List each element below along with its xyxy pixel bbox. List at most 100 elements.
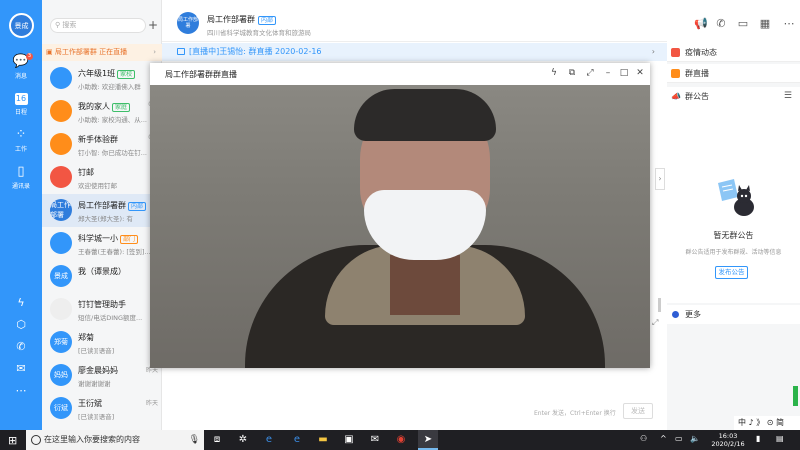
ie-icon[interactable]: e <box>262 433 276 447</box>
conversation-item[interactable]: 钉邮 欢迎使用钉邮 <box>42 161 162 194</box>
conversation-item[interactable]: 衍斌 王衍斌 [已读][语音] 昨天 <box>42 392 162 425</box>
microphone-icon[interactable]: 🎙 <box>189 430 200 450</box>
windows-start-icon[interactable]: ⊞ <box>8 434 17 447</box>
expand-icon[interactable]: ⤢ <box>652 318 658 328</box>
scrollbar[interactable] <box>658 298 661 312</box>
conversation-item[interactable]: 六年级1班 家校 小助教: 欢迎潘佛入群 <box>42 62 162 95</box>
conversation-name: 局工作部署群 内部 <box>78 200 147 211</box>
more-circle-icon <box>672 311 679 318</box>
file-explorer-icon[interactable]: ▬ <box>316 433 330 447</box>
conversation-preview: 短信/电话DING额度... <box>78 314 143 322</box>
chrome-icon[interactable]: ◉ <box>394 433 408 447</box>
user-avatar[interactable]: 景成 <box>9 13 34 38</box>
unread-badge: 3 <box>26 53 33 60</box>
conversation-name: 科学城一小 部门 <box>78 233 139 244</box>
conversation-name: 我的家人 家庭 <box>78 101 131 112</box>
phone-icon[interactable]: ✆ <box>14 340 28 354</box>
nav-messages[interactable]: 💬 3 消息 <box>0 53 42 80</box>
more-dots-icon[interactable]: ⋯ <box>14 384 28 398</box>
conversation-tag: 家庭 <box>112 103 131 112</box>
conversation-name: 六年级1班 家校 <box>78 68 136 79</box>
input-method-icon[interactable]: ▮ <box>756 434 760 443</box>
conversation-preview: 郑大圣(郑大圣): 有 <box>78 215 133 223</box>
notification-icon[interactable]: ▤ <box>776 434 784 443</box>
collapse-panel-button[interactable]: › <box>655 168 665 190</box>
nav-label: 通讯录 <box>11 183 30 190</box>
conversation-avatar: 郑菊 <box>50 331 72 353</box>
contacts-icon: ▯ <box>17 164 25 179</box>
taskbar-clock[interactable]: 16:03 2020/2/16 <box>708 432 748 448</box>
conversation-preview: [已读][语音] <box>78 347 115 355</box>
taskbar-search-text: 在这里输入你要搜索的内容 <box>44 435 140 444</box>
group-live-label: 群直播 <box>685 69 709 78</box>
picture-in-picture-icon[interactable]: ⧉ <box>566 67 578 79</box>
mail-icon[interactable]: ✉ <box>14 362 28 376</box>
conversation-item[interactable]: 科学城一小部门王春蕾(王春蕾): [签到]...13 <box>42 227 162 260</box>
cube-icon[interactable]: ⬡ <box>14 318 28 332</box>
pinwheel-icon[interactable]: ✲ <box>236 433 250 447</box>
more-row[interactable]: 更多 <box>667 305 800 324</box>
send-button[interactable]: 发送 <box>623 403 653 419</box>
group-name: 局工作部署群 <box>207 15 255 24</box>
group-live-row[interactable]: 群直播 <box>667 64 800 83</box>
lightning-icon[interactable]: ϟ <box>548 67 560 79</box>
live-video[interactable] <box>150 85 650 368</box>
nav-calendar[interactable]: 16 日程 <box>0 93 42 116</box>
phone-call-icon[interactable]: ✆ <box>714 17 728 31</box>
more-icon[interactable]: ⋯ <box>782 17 796 31</box>
close-icon[interactable]: ✕ <box>634 67 646 79</box>
conversation-name: 钉邮 <box>78 168 94 177</box>
taskbar-search-input[interactable]: 在这里输入你要搜索的内容 🎙 <box>26 430 204 450</box>
task-view-icon[interactable]: ⧈ <box>210 433 224 447</box>
mail-app-icon[interactable]: ✉ <box>368 433 382 447</box>
conversation-item[interactable]: 钉钉管理助手短信/电话DING额度...15 <box>42 293 162 326</box>
lightning-icon[interactable]: ϟ <box>14 296 28 310</box>
conversation-item[interactable]: 我的家人家庭小助教: 家校沟通、从...02- <box>42 95 162 128</box>
tray-up-icon[interactable]: ^ <box>660 434 667 443</box>
ime-toolbar[interactable]: 中 ♪ 》 ⊙ 简 <box>734 416 800 430</box>
conversation-item[interactable]: 局工作部署局工作部署群内部郑大圣(郑大圣): 有161 <box>42 194 162 227</box>
conversation-preview: [已读][语音] <box>78 413 115 421</box>
edge-icon[interactable]: e <box>290 433 304 447</box>
maximize-icon[interactable]: □ <box>618 67 630 79</box>
search-input[interactable]: ⚲ 搜索 <box>50 18 146 33</box>
nav-work[interactable]: ⁘ 工作 <box>0 127 42 154</box>
scroll-indicator <box>793 386 798 406</box>
group-avatar[interactable]: 局工作部署 <box>177 12 199 34</box>
megaphone-icon: 📣 <box>671 92 681 101</box>
conversation-item[interactable]: 妈妈 廖金晨妈妈 谢谢谢谢谢 昨天 <box>42 359 162 392</box>
conversation-item[interactable]: 景成 我（谭景成） <box>42 260 162 293</box>
store-icon[interactable]: ▣ <box>342 433 356 447</box>
megaphone-icon[interactable]: 📢 <box>694 17 708 31</box>
conversation-item[interactable]: 郑菊 郑菊 [已读][语音] <box>42 326 162 359</box>
grid-icon: ⁘ <box>15 127 27 142</box>
live-status-bar[interactable]: ▣ 局工作部署群 正在直播 › <box>42 44 162 61</box>
conversation-avatar <box>50 67 72 89</box>
add-button[interactable]: + <box>147 18 159 33</box>
input-hint: Enter 发送，Ctrl+Enter 换行 <box>534 410 616 417</box>
publish-notice-button[interactable]: 发布公告 <box>715 266 748 279</box>
conversation-tag: 部门 <box>120 235 139 244</box>
conversation-name: 我（谭景成） <box>78 267 126 276</box>
fullscreen-icon[interactable]: ⤢ <box>584 67 596 79</box>
folder-icon[interactable]: ▭ <box>736 17 750 31</box>
live-icon: ▣ <box>46 48 55 56</box>
live-banner[interactable]: [直播中]王锡怡: 群直播 2020-02-16 › <box>162 43 667 61</box>
epidemic-row[interactable]: 疫情动态 <box>667 43 800 62</box>
conversation-name: 郑菊 <box>78 333 94 342</box>
live-status-text: 局工作部署群 正在直播 <box>54 48 128 56</box>
nav-label: 工作 <box>14 146 27 153</box>
nav-contacts[interactable]: ▯ 通讯录 <box>0 164 42 191</box>
conversation-time: 昨天 <box>145 400 158 407</box>
volume-icon[interactable]: 🔈 <box>690 434 700 443</box>
popup-title: 局工作部署群群直播 <box>165 70 237 79</box>
people-icon[interactable]: ⚇ <box>640 434 647 443</box>
search-placeholder: 搜索 <box>62 21 77 29</box>
group-title[interactable]: 局工作部署群 内部 <box>207 14 277 25</box>
conversation-item[interactable]: 新手体验群钉小智: 你已成功在钉...02- <box>42 128 162 161</box>
minimize-icon[interactable]: – <box>602 67 614 79</box>
dingtalk-icon: ➤ <box>423 434 433 445</box>
notice-edit-icon[interactable]: ☰ <box>784 91 792 101</box>
conversation-preview: 欢迎使用钉邮 <box>78 182 117 190</box>
calendar-add-icon[interactable]: ▦ <box>758 17 772 31</box>
